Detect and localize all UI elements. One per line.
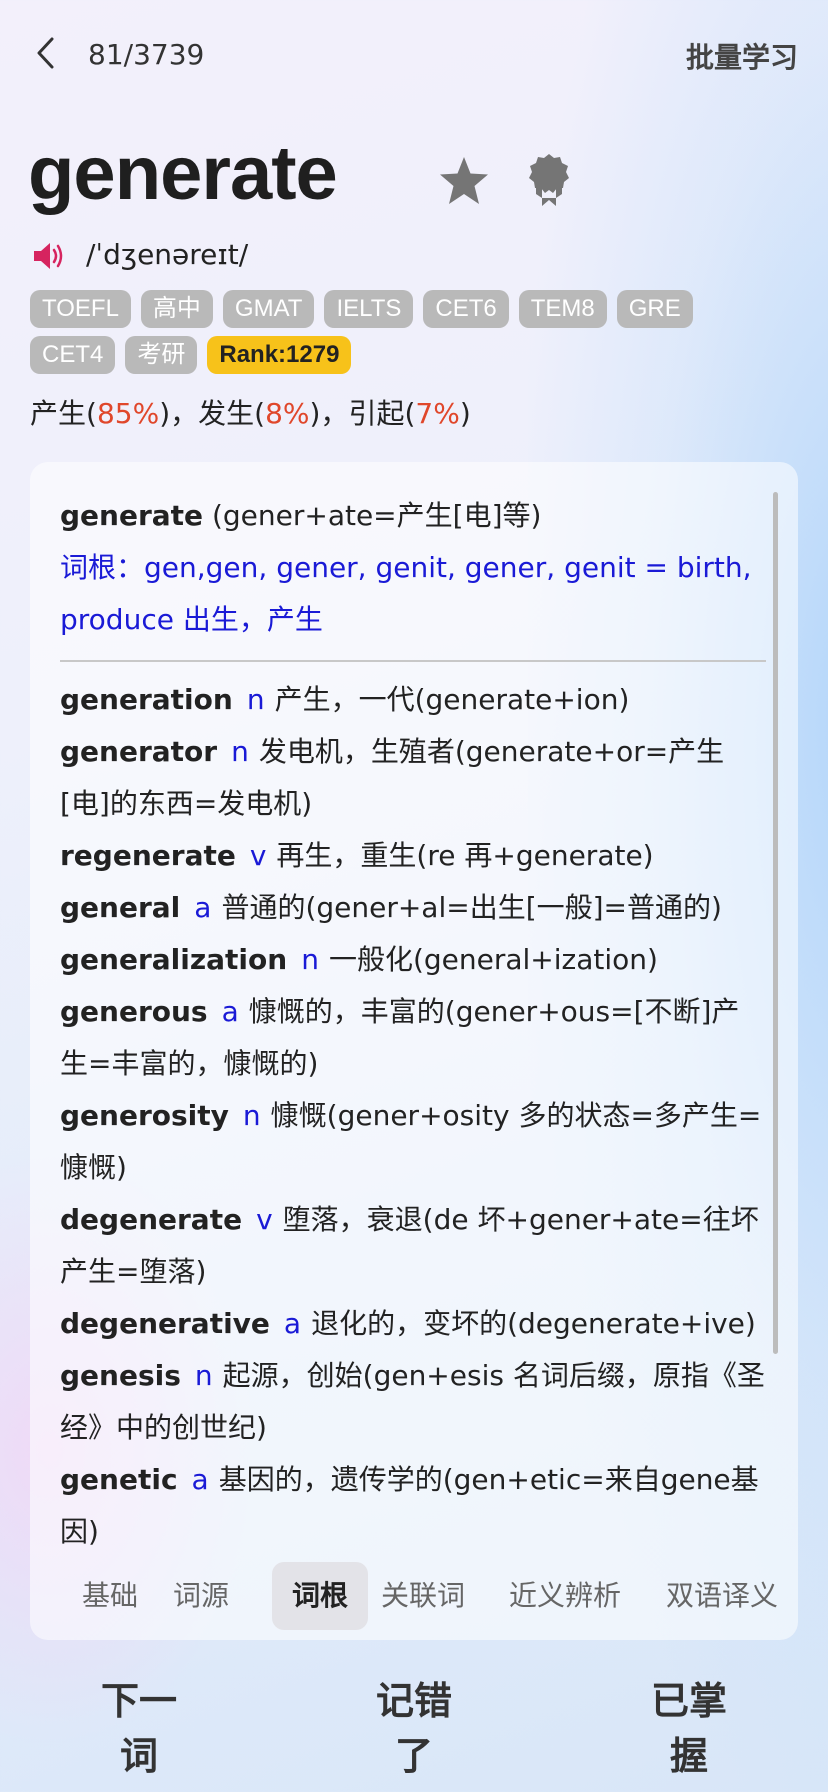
exam-tag: 考研 [125, 336, 198, 374]
derived-word[interactable]: generosity [60, 1099, 229, 1132]
exam-tags: TOEFL 高中 GMAT IELTS CET6 TEM8 GRE CET4 考… [30, 290, 730, 374]
exam-tag: IELTS [324, 290, 414, 328]
exam-tag: GMAT [222, 290, 315, 328]
part-of-speech: n [194, 1359, 213, 1392]
wrong-label: 记错了 [375, 1679, 452, 1778]
head-word: generate [60, 499, 204, 532]
part-of-speech: n [231, 735, 249, 768]
derived-word-row: regenerate v 再生，重生(re 再+generate) [60, 830, 766, 882]
batch-study-button[interactable]: 批量学习 [686, 36, 798, 76]
word-definition: 一般化(general+ization) [328, 943, 658, 976]
tab-root[interactable]: 词根 [272, 1562, 368, 1630]
freq-percent: 85% [96, 397, 160, 430]
exam-tag: TEM8 [518, 290, 607, 328]
part-of-speech: a [194, 891, 212, 924]
freq-meaning: 产生 [30, 397, 87, 430]
word-title: generate [28, 131, 338, 216]
exam-tag: 高中 [140, 290, 213, 328]
mastered-label: 已掌握 [650, 1679, 727, 1778]
divider [60, 660, 766, 662]
root-content: generate (gener+ate=产生[电]等) 词根：gen,gen, … [60, 490, 766, 1558]
derived-word-row: generosity n 慷慨(gener+osity 多的状态=多产生=慷慨) [60, 1090, 766, 1194]
derived-word[interactable]: general [60, 891, 180, 924]
progress-counter: 81/3739 [88, 38, 205, 71]
exam-tag: CET4 [30, 336, 116, 374]
derived-word-row: generous a 慷慨的，丰富的(gener+ous=[不断]产生=丰富的，慷慨… [60, 986, 766, 1090]
head-word-line: generate (gener+ate=产生[电]等) [60, 490, 766, 542]
part-of-speech: v [249, 839, 267, 872]
freq-meaning: 发生 [198, 397, 255, 430]
freq-meaning: 引起 [348, 397, 405, 430]
derived-word-row: genetic a 基因的，遗传学的(gen+etic=来自gene基因) [60, 1454, 766, 1558]
next-word-button[interactable]: 下一词 [84, 1670, 194, 1792]
derived-word[interactable]: generation [60, 683, 233, 716]
derived-word[interactable]: generalization [60, 943, 287, 976]
part-of-speech: n [242, 1099, 261, 1132]
next-word-label: 下一词 [100, 1679, 177, 1778]
derived-word-list: generation n 产生，一代(generate+ion) generator n… [60, 674, 766, 1558]
tab-bar: 基础 词源 词根 关联词 近义辨析 双语译义 [60, 1562, 800, 1632]
part-of-speech: v [256, 1203, 273, 1236]
back-chevron-icon[interactable] [34, 36, 58, 70]
root-card: generate (gener+ate=产生[电]等) 词根：gen,gen, … [30, 462, 798, 1640]
derived-word-row: generalization n 一般化(general+ization) [60, 934, 766, 986]
exam-tag: TOEFL [30, 290, 131, 328]
root-definition: 词根：gen,gen, gener, genit, gener, genit =… [60, 551, 752, 636]
mastery-badge-icon[interactable] [526, 152, 572, 210]
derived-word-row: degenerate v 堕落，衰退(de 坏+gener+ate=往坏产生=堕落) [60, 1194, 766, 1298]
word-definition: 普通的(gener+al=出生[一般]=普通的) [221, 891, 722, 924]
exam-tag: CET6 [423, 290, 509, 328]
mastered-button[interactable]: 已掌握 [634, 1670, 744, 1792]
tab-etymology[interactable]: 词源 [160, 1562, 242, 1630]
derived-word-row: generation n 产生，一代(generate+ion) [60, 674, 766, 726]
tab-synonyms[interactable]: 近义辨析 [500, 1562, 630, 1630]
tab-related[interactable]: 关联词 [368, 1562, 478, 1630]
meaning-frequency: 产生(85%)，发生(8%)，引起(7%) [30, 397, 471, 430]
word-definition: 退化的，变坏的(degenerate+ive) [311, 1307, 756, 1340]
part-of-speech: n [246, 683, 265, 716]
derived-word-row: general a 普通的(gener+al=出生[一般]=普通的) [60, 882, 766, 934]
derived-word[interactable]: generator [60, 735, 217, 768]
derived-word-row: degenerative a 退化的，变坏的(degenerate+ive) [60, 1298, 766, 1350]
part-of-speech: n [301, 943, 319, 976]
rank-badge: Rank:1279 [207, 336, 352, 374]
derived-word[interactable]: regenerate [60, 839, 236, 872]
derived-word[interactable]: generous [60, 995, 208, 1028]
derived-word-row: genesis n 起源，创始(gen+esis 名词后缀，原指《圣经》中的创世纪) [60, 1350, 766, 1454]
derived-word[interactable]: degenerate [60, 1203, 242, 1236]
part-of-speech: a [221, 995, 239, 1028]
word-definition: 产生，一代(generate+ion) [274, 683, 630, 716]
derived-word[interactable]: genetic [60, 1463, 178, 1496]
derived-word[interactable]: degenerative [60, 1307, 270, 1340]
part-of-speech: a [283, 1307, 302, 1340]
action-bar: 下一词 记错了 已掌握 [0, 1670, 828, 1780]
tab-basic[interactable]: 基础 [60, 1562, 160, 1630]
scrollbar[interactable] [773, 492, 778, 1354]
part-of-speech: a [191, 1463, 209, 1496]
top-bar: 81/3739 批量学习 [0, 0, 828, 112]
word-definition: 再生，重生(re 再+generate) [276, 839, 654, 872]
head-formula: (gener+ate=产生[电]等) [203, 499, 542, 532]
wrong-button[interactable]: 记错了 [359, 1670, 469, 1792]
tab-bilingual[interactable]: 双语译义 [654, 1562, 790, 1630]
derived-word-row: generator n 发电机，生殖者(generate+or=产生[电]的东西=发… [60, 726, 766, 830]
phonetic-text: /ˈdʒenəreɪt/ [86, 238, 249, 271]
exam-tag: GRE [616, 290, 693, 328]
speaker-pronounce-icon[interactable] [32, 240, 66, 272]
freq-percent: 8% [265, 397, 310, 430]
freq-percent: 7% [415, 397, 460, 430]
star-favorite-icon[interactable] [438, 155, 490, 207]
derived-word[interactable]: genesis [60, 1359, 181, 1392]
